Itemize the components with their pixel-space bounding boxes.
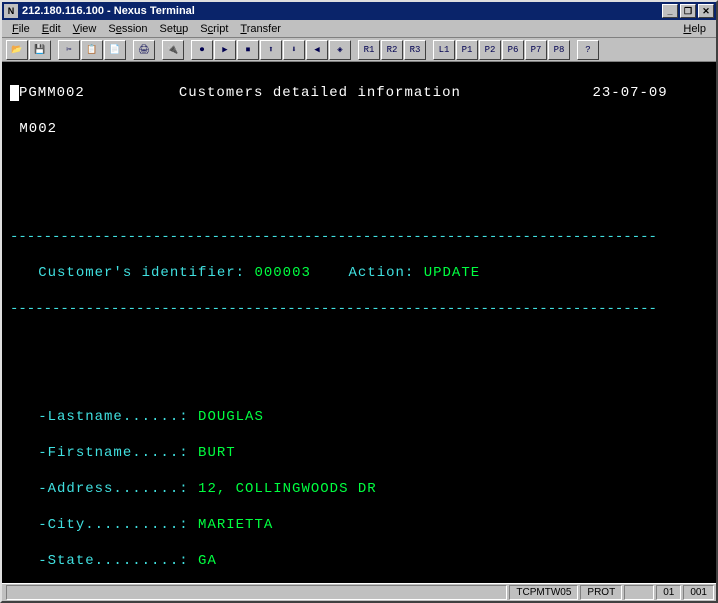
tb-r1-button[interactable]: R1 <box>358 40 380 60</box>
city-label: -City..........: <box>38 517 188 533</box>
maximize-button[interactable]: ❐ <box>680 4 696 18</box>
toolbar: 📂 💾 ✂ 📋 📄 🖨 🔌 ⏺ ▶ ⏹ ⬆ ⬇ ◀ ◈ R1 R2 R3 L1 … <box>2 38 716 62</box>
menu-file[interactable]: File <box>6 21 36 37</box>
tb-open-icon[interactable]: 📂 <box>6 40 28 60</box>
state-label: -State.........: <box>38 553 188 569</box>
action-label: Action: <box>349 265 415 281</box>
menu-session[interactable]: Session <box>102 21 153 37</box>
sub-id: M002 <box>19 121 57 137</box>
tb-p2-button[interactable]: P2 <box>479 40 501 60</box>
cursor <box>10 85 19 101</box>
tb-cut-icon[interactable]: ✂ <box>58 40 80 60</box>
status-col: 001 <box>683 585 714 600</box>
tb-p7-button[interactable]: P7 <box>525 40 547 60</box>
menu-setup[interactable]: Setup <box>154 21 195 37</box>
menu-help[interactable]: Help <box>677 21 712 37</box>
tb-print-icon[interactable]: 🖨 <box>133 40 155 60</box>
tb-save-icon[interactable]: 💾 <box>29 40 51 60</box>
close-button[interactable]: ✕ <box>698 4 714 18</box>
screen-title: Customers detailed information <box>179 85 461 101</box>
status-spacer <box>6 585 507 600</box>
menu-edit[interactable]: Edit <box>36 21 67 37</box>
menu-script[interactable]: Script <box>194 21 234 37</box>
divider: ----------------------------------------… <box>10 228 708 246</box>
tb-help-icon[interactable]: ? <box>577 40 599 60</box>
program-id: PGMM002 <box>19 85 85 101</box>
statusbar: TCPMTW05 PROT 01 001 <box>2 583 716 601</box>
tb-paste-icon[interactable]: 📄 <box>104 40 126 60</box>
window-buttons: _ ❐ ✕ <box>662 4 714 18</box>
tb-r3-button[interactable]: R3 <box>404 40 426 60</box>
menu-transfer[interactable]: Transfer <box>234 21 287 37</box>
tb-p1-button[interactable]: P1 <box>456 40 478 60</box>
status-row: 01 <box>656 585 681 600</box>
state-value[interactable]: GA <box>198 553 217 569</box>
firstname-value[interactable]: BURT <box>198 445 236 461</box>
tb-p6-button[interactable]: P6 <box>502 40 524 60</box>
tb-stop-icon[interactable]: ⏹ <box>237 40 259 60</box>
status-blank <box>624 585 654 600</box>
tb-l1-button[interactable]: L1 <box>433 40 455 60</box>
tb-rec-icon[interactable]: ⏺ <box>191 40 213 60</box>
status-prot: PROT <box>580 585 622 600</box>
address-value[interactable]: 12, COLLINGWOODS DR <box>198 481 377 497</box>
screen-date: 23-07-09 <box>593 85 668 101</box>
lastname-value[interactable]: DOUGLAS <box>198 409 264 425</box>
status-conn: TCPMTW05 <box>509 585 578 600</box>
tb-up-icon[interactable]: ⬆ <box>260 40 282 60</box>
tb-play-icon[interactable]: ▶ <box>214 40 236 60</box>
tb-p8-button[interactable]: P8 <box>548 40 570 60</box>
tb-down-icon[interactable]: ⬇ <box>283 40 305 60</box>
menu-view[interactable]: View <box>67 21 103 37</box>
menubar: File Edit View Session Setup Script Tran… <box>2 20 716 38</box>
app-window: N 212.180.116.100 - Nexus Terminal _ ❐ ✕… <box>0 0 718 603</box>
lastname-label: -Lastname......: <box>38 409 188 425</box>
app-icon: N <box>4 4 18 18</box>
minimize-button[interactable]: _ <box>662 4 678 18</box>
tb-fwd-icon[interactable]: ◈ <box>329 40 351 60</box>
customer-id-value: 000003 <box>254 265 310 281</box>
city-value[interactable]: MARIETTA <box>198 517 273 533</box>
firstname-label: -Firstname.....: <box>38 445 188 461</box>
customer-id-label: Customer's identifier: <box>38 265 245 281</box>
action-value: UPDATE <box>424 265 480 281</box>
terminal-area[interactable]: PGMM002 Customers detailed information 2… <box>2 62 716 583</box>
address-label: -Address.......: <box>38 481 188 497</box>
tb-conn-icon[interactable]: 🔌 <box>162 40 184 60</box>
divider: ----------------------------------------… <box>10 300 708 318</box>
titlebar: N 212.180.116.100 - Nexus Terminal _ ❐ ✕ <box>2 2 716 20</box>
tb-r2-button[interactable]: R2 <box>381 40 403 60</box>
window-title: 212.180.116.100 - Nexus Terminal <box>22 5 662 17</box>
tb-copy-icon[interactable]: 📋 <box>81 40 103 60</box>
tb-back-icon[interactable]: ◀ <box>306 40 328 60</box>
